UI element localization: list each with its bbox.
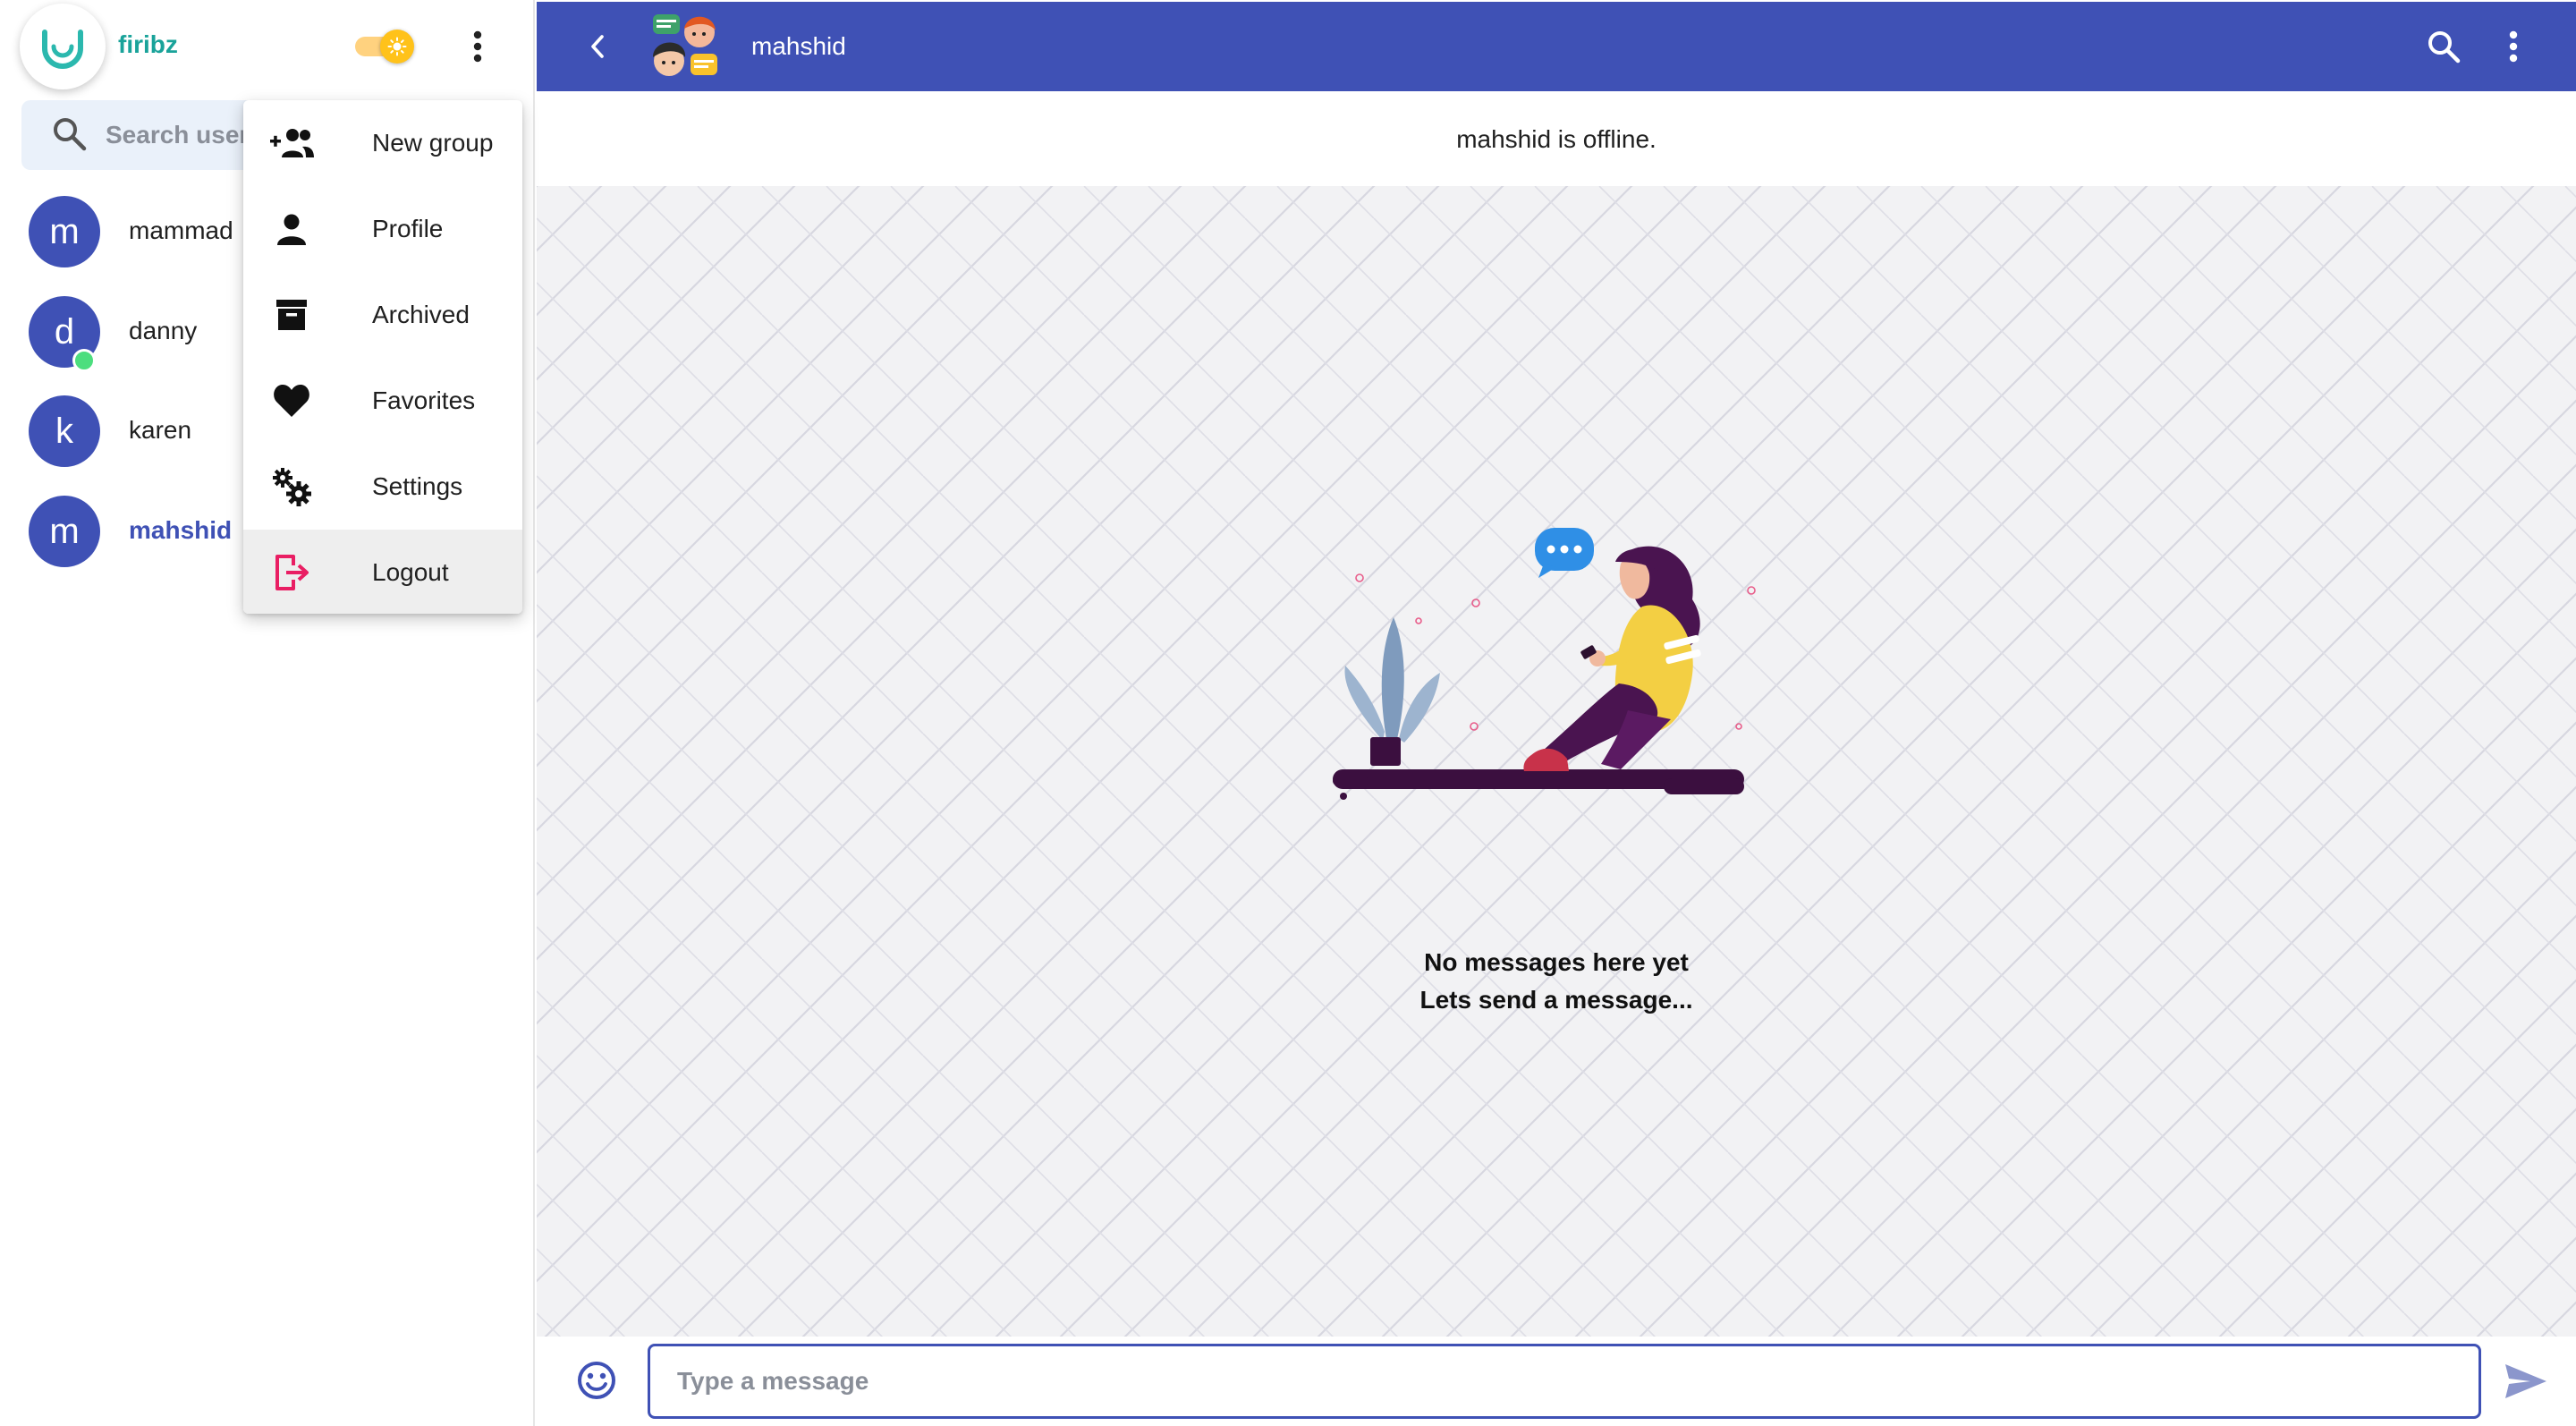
- contact-name: mammad: [129, 216, 233, 244]
- menu-item-archived[interactable]: Archived: [243, 272, 522, 358]
- send-icon: [2505, 1364, 2546, 1398]
- contact-name: danny: [129, 317, 198, 344]
- heart-icon: [274, 385, 309, 417]
- gears-icon: [273, 468, 311, 506]
- send-button[interactable]: [2501, 1358, 2551, 1405]
- menu-item-profile[interactable]: Profile: [243, 186, 522, 272]
- chat-search-button[interactable]: [2422, 25, 2465, 68]
- menu-item-logout[interactable]: Logout: [243, 530, 522, 614]
- menu-item-label: Profile: [372, 215, 444, 242]
- presence-status-bar: mahshid is offline.: [537, 91, 2576, 186]
- menu-item-label: Logout: [372, 558, 449, 586]
- theme-toggle[interactable]: [352, 30, 414, 64]
- archive-icon: [276, 300, 307, 330]
- empty-chat-illustration: [1333, 528, 1756, 800]
- group-add-icon: [270, 129, 314, 157]
- contact-name: karen: [129, 416, 192, 444]
- presence-status-text: mahshid is offline.: [1456, 125, 1657, 153]
- avatar: m: [29, 196, 100, 267]
- chat-avatar: [648, 11, 723, 82]
- message-input[interactable]: [648, 1344, 2481, 1419]
- avatar: m: [29, 496, 100, 567]
- more-vertical-icon: [473, 30, 482, 63]
- options-menu: New group Profile Archived Favorites Set…: [243, 100, 522, 614]
- empty-state-title: No messages here yet: [1424, 948, 1689, 976]
- menu-item-settings[interactable]: Settings: [243, 444, 522, 530]
- logout-icon: [275, 555, 309, 590]
- menu-item-new-group[interactable]: New group: [243, 100, 522, 186]
- chat-more-options-button[interactable]: [2496, 21, 2531, 72]
- menu-item-label: Archived: [372, 301, 470, 328]
- menu-item-label: Favorites: [372, 386, 476, 414]
- chat-panel: mahshid mahshid is offline. No messages …: [537, 0, 2576, 1426]
- menu-item-label: Settings: [372, 472, 463, 500]
- emoji-button[interactable]: [574, 1358, 619, 1403]
- more-vertical-icon: [2509, 30, 2518, 63]
- online-status-dot: [72, 349, 96, 372]
- chat-title: mahshid: [751, 32, 846, 60]
- empty-state-subtitle: Lets send a message...: [1419, 986, 1693, 1014]
- smile-logo-icon: [42, 30, 83, 69]
- toggle-thumb: [380, 30, 414, 64]
- message-list: No messages here yet Lets send a message…: [537, 186, 2576, 1337]
- sun-icon: [387, 37, 407, 56]
- emoji-smile-icon: [578, 1362, 615, 1399]
- contact-name: mahshid: [129, 516, 233, 544]
- back-button[interactable]: [576, 25, 619, 68]
- chat-header: mahshid: [537, 2, 2576, 91]
- message-composer: [537, 1337, 2576, 1426]
- chevron-left-icon: [591, 35, 604, 58]
- brand-logo: [20, 4, 106, 89]
- brand-name: firibz: [118, 30, 178, 58]
- more-options-button[interactable]: [454, 20, 501, 73]
- avatar: k: [29, 395, 100, 467]
- menu-item-favorites[interactable]: Favorites: [243, 358, 522, 444]
- menu-item-label: New group: [372, 129, 494, 157]
- people-chat-avatar-icon: [653, 14, 717, 76]
- search-icon: [54, 118, 87, 151]
- app-window: firibz Search users m mammad d danny k k…: [0, 0, 2576, 1426]
- person-icon: [277, 214, 306, 245]
- search-icon: [2428, 31, 2461, 64]
